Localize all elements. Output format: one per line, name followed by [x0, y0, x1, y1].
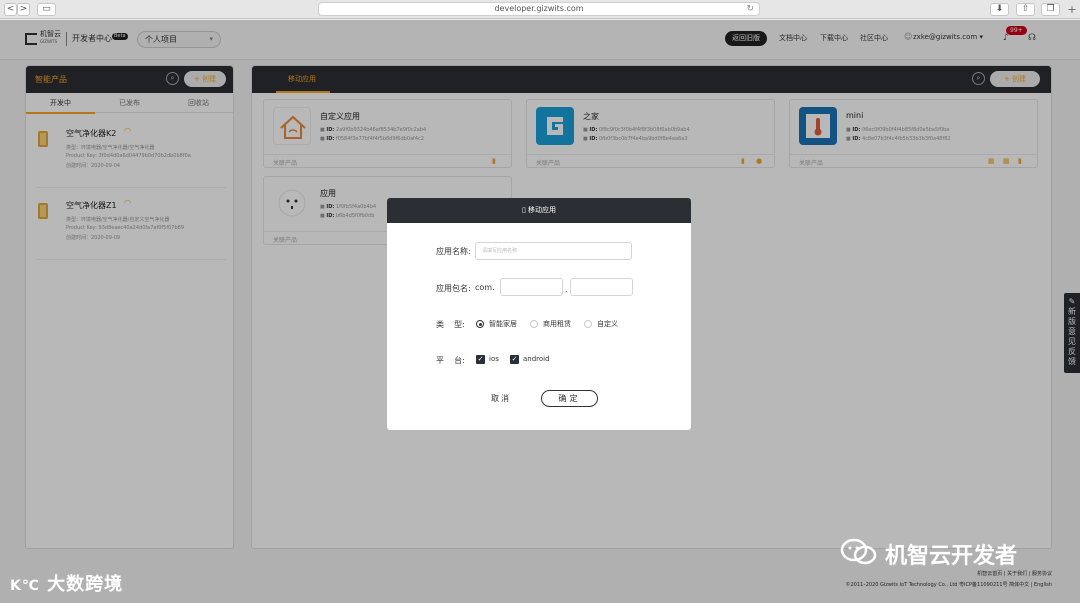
option-commercial-rental[interactable]: 商用租赁	[543, 319, 571, 329]
package-part-1-input[interactable]	[500, 278, 563, 296]
package-prefix: com.	[475, 283, 495, 292]
checkbox-ios[interactable]: ✓	[476, 355, 485, 364]
browser-toolbar: < > ▭ developer.gizwits.com ↻ ⬇ ⇧ ❐ +	[0, 0, 1080, 19]
app-name-label: 应用名称:	[436, 247, 471, 256]
share-icon[interactable]: ⇧	[1016, 3, 1035, 16]
radio-custom[interactable]	[584, 320, 592, 328]
mobile-app-dialog: ▯ 移动应用 应用名称: 应用包名: com. . 类 型: 智能家居 商用租赁…	[387, 198, 691, 430]
package-separator: .	[565, 285, 568, 294]
package-part-2-input[interactable]	[570, 278, 633, 296]
address-text: developer.gizwits.com	[494, 4, 584, 13]
reload-icon[interactable]: ↻	[746, 3, 754, 15]
k-logo-icon: K℃	[10, 578, 40, 594]
app-name-input[interactable]	[475, 242, 632, 260]
radio-smart-home[interactable]	[476, 320, 484, 328]
checkbox-android[interactable]: ✓	[510, 355, 519, 364]
cancel-button[interactable]: 取消	[491, 393, 511, 404]
radio-commercial-rental[interactable]	[530, 320, 538, 328]
forward-button[interactable]: >	[17, 3, 30, 16]
back-button[interactable]: <	[4, 3, 17, 16]
watermark-left: K℃ 大数跨境	[10, 574, 124, 595]
option-ios[interactable]: ios	[489, 355, 499, 363]
dialog-header: ▯ 移动应用	[387, 198, 691, 223]
platform-label: 平 台:	[436, 356, 465, 365]
option-custom[interactable]: 自定义	[597, 319, 618, 329]
confirm-button[interactable]: 确定	[541, 390, 598, 407]
new-tab-icon[interactable]: +	[1066, 3, 1078, 16]
wechat-icon	[840, 538, 878, 566]
phone-icon: ▯	[521, 206, 526, 214]
package-name-label: 应用包名:	[436, 284, 471, 293]
download-icon[interactable]: ⬇	[990, 3, 1009, 16]
dialog-title: 移动应用	[528, 206, 557, 214]
tabs-overview-icon[interactable]: ❐	[1041, 3, 1060, 16]
option-android[interactable]: android	[523, 355, 550, 363]
address-bar[interactable]: developer.gizwits.com ↻	[318, 2, 760, 16]
option-smart-home[interactable]: 智能家居	[489, 319, 517, 329]
sidebar-toggle-icon[interactable]: ▭	[37, 3, 56, 16]
watermark-right: 机智云开发者	[885, 544, 1018, 569]
type-label: 类 型:	[436, 320, 465, 329]
